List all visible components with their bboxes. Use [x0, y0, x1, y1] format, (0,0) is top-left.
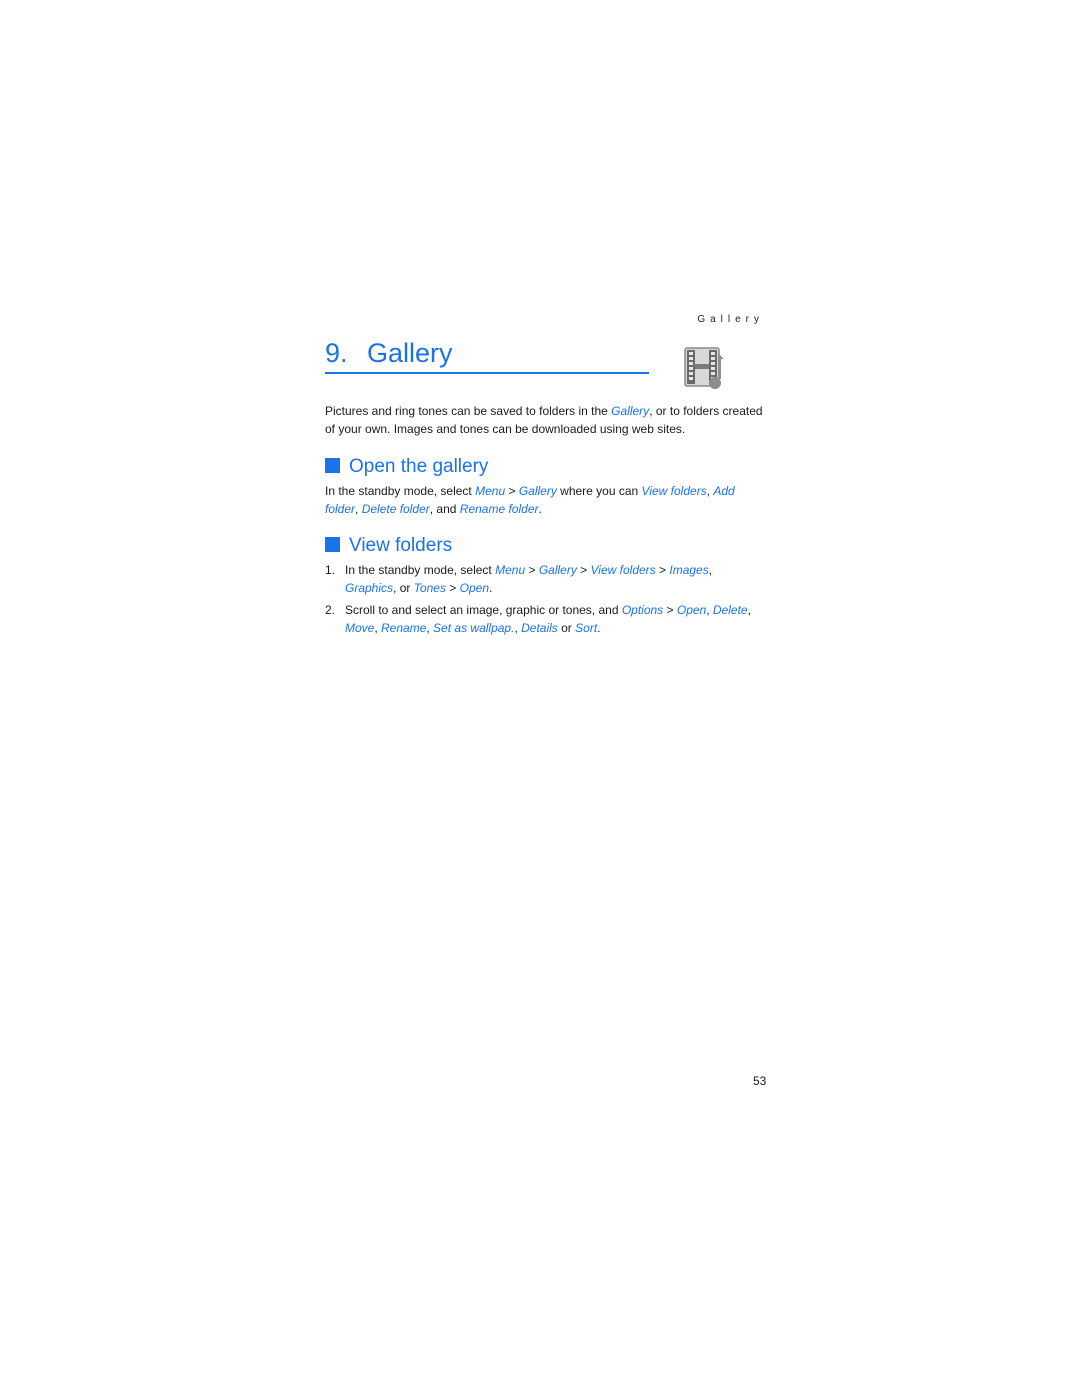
text: In the standby mode, select	[325, 484, 476, 498]
link-graphics[interactable]: Graphics	[345, 581, 393, 595]
text: ,	[747, 603, 751, 617]
text: or	[557, 620, 576, 635]
text: In the standby mode, select	[345, 563, 496, 577]
link-menu[interactable]: Menu	[475, 484, 505, 498]
section-bullet-icon	[325, 537, 340, 552]
text: .	[489, 580, 493, 595]
text: >	[525, 563, 539, 577]
text: .	[538, 501, 542, 516]
section-title-text: Open the gallery	[349, 456, 489, 477]
text: Pictures and ring tones can be saved to …	[325, 404, 612, 418]
link-gallery[interactable]: Gallery	[519, 484, 557, 498]
link-sort[interactable]: Sort	[575, 621, 597, 635]
link-delete-folder[interactable]: Delete folder	[362, 502, 430, 516]
step-text: In the standby mode, select Menu > Galle…	[345, 562, 765, 597]
text: , or	[393, 580, 414, 595]
text: ,	[355, 501, 362, 516]
link-menu[interactable]: Menu	[495, 563, 525, 577]
page-number: 53	[753, 1074, 767, 1088]
text: >	[655, 563, 670, 577]
gallery-film-icon	[682, 345, 728, 391]
link-images[interactable]: Images	[669, 563, 708, 577]
link-details[interactable]: Details	[521, 621, 558, 635]
link-rename-folder[interactable]: Rename folder	[460, 502, 539, 516]
link-delete[interactable]: Delete	[713, 603, 748, 617]
intro-paragraph: Pictures and ring tones can be saved to …	[325, 403, 765, 438]
document-page: Gallery 9. Gallery Pictures and ring tone…	[0, 0, 1080, 1397]
text: >	[576, 563, 591, 577]
text: >	[505, 484, 519, 498]
text: >	[663, 603, 677, 617]
text: .	[597, 620, 601, 635]
link-open[interactable]: Open	[460, 581, 489, 595]
link-move[interactable]: Move	[345, 621, 374, 635]
step-text: Scroll to and select an image, graphic o…	[345, 602, 765, 637]
text: ,	[374, 620, 382, 635]
link-view-folders[interactable]: View folders	[642, 484, 707, 498]
link-view-folders[interactable]: View folders	[591, 563, 656, 577]
step-number: 1.	[325, 563, 336, 577]
open-gallery-paragraph: In the standby mode, select Menu > Galle…	[325, 483, 765, 518]
text: ,	[708, 563, 713, 577]
section-title-view-folders: View folders	[325, 534, 452, 558]
section-title-open-gallery: Open the gallery	[325, 455, 488, 479]
section-title-text: View folders	[349, 535, 453, 556]
link-gallery[interactable]: Gallery	[611, 404, 649, 418]
link-tones[interactable]: Tones	[414, 581, 446, 595]
text: Scroll to and select an image, graphic o…	[345, 603, 622, 617]
text: ,	[706, 603, 713, 617]
chapter-title-text: Gallery	[367, 338, 453, 368]
step-number: 2.	[325, 603, 336, 617]
link-rename[interactable]: Rename	[381, 621, 426, 635]
link-set-as-wallpaper[interactable]: Set as wallpap.	[433, 621, 514, 635]
text: , and	[429, 501, 460, 516]
chapter-number: 9.	[325, 338, 348, 368]
link-open[interactable]: Open	[677, 603, 706, 617]
link-gallery[interactable]: Gallery	[539, 563, 577, 577]
text: >	[445, 580, 460, 595]
section-bullet-icon	[325, 458, 340, 473]
link-options[interactable]: Options	[622, 603, 663, 617]
text: where you can	[556, 484, 642, 498]
chapter-title: 9. Gallery	[325, 336, 649, 374]
running-header: Gallery	[697, 314, 764, 325]
